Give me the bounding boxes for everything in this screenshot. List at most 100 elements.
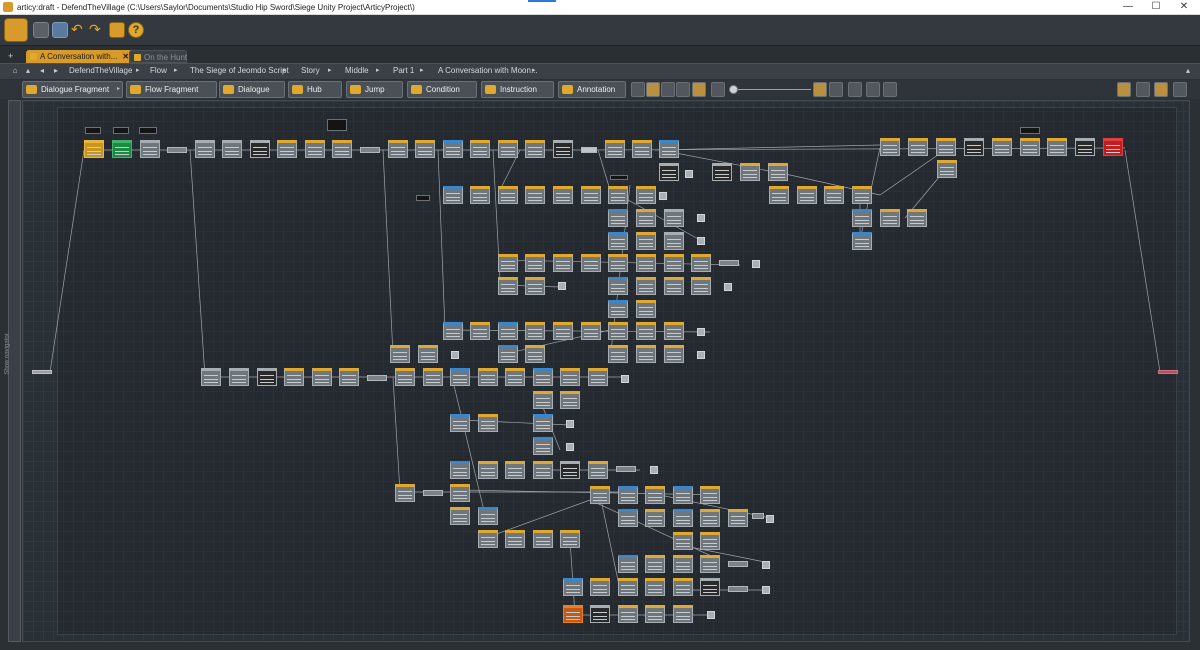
dialogue-tool[interactable]: Dialogue xyxy=(219,81,285,98)
dialogue-node[interactable] xyxy=(305,140,325,158)
hub-node[interactable] xyxy=(728,586,748,592)
dialogue-node[interactable] xyxy=(797,186,817,204)
jump-node[interactable] xyxy=(707,611,715,619)
dialogue-node[interactable] xyxy=(907,209,927,227)
dialogue-node[interactable] xyxy=(659,140,679,158)
instruction-tool[interactable]: Instruction xyxy=(481,81,554,98)
dialogue-node[interactable] xyxy=(618,509,638,527)
dialogue-node[interactable] xyxy=(664,345,684,363)
dialogue-node[interactable] xyxy=(700,486,720,504)
hub-node[interactable] xyxy=(616,466,636,472)
redo-icon[interactable]: ↷ xyxy=(89,22,105,38)
start-node[interactable] xyxy=(112,140,132,158)
breadcrumb-separator[interactable]: ▸ xyxy=(174,66,178,74)
dialogue-node[interactable] xyxy=(673,486,693,504)
dialogue-fragment-tool[interactable]: Dialogue Fragment ▸ xyxy=(22,81,123,98)
dialogue-node[interactable] xyxy=(525,186,545,204)
dialogue-node[interactable] xyxy=(525,254,545,272)
dialogue-node[interactable] xyxy=(636,345,656,363)
dialogue-node[interactable] xyxy=(257,368,277,386)
dialogue-node[interactable] xyxy=(478,368,498,386)
jump-node[interactable] xyxy=(697,237,705,245)
export-icon[interactable] xyxy=(883,82,897,97)
dialogue-node[interactable] xyxy=(691,277,711,295)
dialogue-node[interactable] xyxy=(740,163,760,181)
jump-node[interactable] xyxy=(762,586,770,594)
breadcrumb-item[interactable]: The Siege of Jeomdo Script xyxy=(190,66,289,75)
jump-node[interactable] xyxy=(650,466,658,474)
dialogue-node[interactable] xyxy=(880,138,900,156)
dialogue-node[interactable] xyxy=(664,277,684,295)
dialogue-node[interactable] xyxy=(505,461,525,479)
dialogue-node[interactable] xyxy=(768,163,788,181)
dialogue-node[interactable] xyxy=(673,532,693,550)
dialogue-node[interactable] xyxy=(415,140,435,158)
flow-node[interactable] xyxy=(140,140,160,158)
hub-node[interactable] xyxy=(752,513,764,519)
dialogue-node[interactable] xyxy=(525,345,545,363)
dialogue-node[interactable] xyxy=(1047,138,1067,156)
dialogue-node[interactable] xyxy=(229,368,249,386)
dialogue-node[interactable] xyxy=(498,186,518,204)
hub-node[interactable] xyxy=(719,260,739,266)
dialogue-node[interactable] xyxy=(525,140,545,158)
annotation-note[interactable] xyxy=(327,119,347,131)
hub-node[interactable] xyxy=(423,490,443,496)
view-list-icon[interactable] xyxy=(1173,82,1187,97)
dialogue-node[interactable] xyxy=(195,140,215,158)
dialogue-node[interactable] xyxy=(1020,138,1040,156)
dialogue-node[interactable] xyxy=(608,345,628,363)
dialogue-node[interactable] xyxy=(525,277,545,295)
dialogue-node[interactable] xyxy=(332,140,352,158)
dialogue-node[interactable] xyxy=(618,555,638,573)
dialogue-node[interactable] xyxy=(581,322,601,340)
tab-on-the-hunt[interactable]: On the Hunt xyxy=(129,50,187,63)
dialogue-node[interactable] xyxy=(560,391,580,409)
dialogue-node[interactable] xyxy=(533,530,553,548)
jump-node[interactable] xyxy=(697,351,705,359)
dialogue-node[interactable] xyxy=(505,530,525,548)
dialogue-node[interactable] xyxy=(636,209,656,227)
output-pin[interactable] xyxy=(1158,370,1178,374)
dialogue-node[interactable] xyxy=(712,163,732,181)
dialogue-node[interactable] xyxy=(498,322,518,340)
dialogue-node[interactable] xyxy=(769,186,789,204)
home-icon[interactable]: ⌂ xyxy=(10,66,20,76)
condition-tool[interactable]: Condition xyxy=(407,81,477,98)
jump-node[interactable] xyxy=(566,420,574,428)
dialogue-node[interactable] xyxy=(533,437,553,455)
dialogue-node[interactable] xyxy=(395,368,415,386)
dialogue-node[interactable] xyxy=(588,368,608,386)
dialogue-node[interactable] xyxy=(664,232,684,250)
dialogue-node[interactable] xyxy=(605,140,625,158)
flow-node[interactable] xyxy=(84,140,104,158)
jump-node[interactable] xyxy=(762,561,770,569)
dialogue-node[interactable] xyxy=(470,186,490,204)
tab-menu-icon[interactable]: + xyxy=(8,51,13,61)
breadcrumb-item[interactable]: DefendTheVillage xyxy=(69,66,132,75)
hub-node[interactable] xyxy=(167,147,187,153)
dialogue-node[interactable] xyxy=(852,232,872,250)
dialogue-node[interactable] xyxy=(645,605,665,623)
jump-node[interactable] xyxy=(697,214,705,222)
breadcrumb-separator[interactable]: ▸ xyxy=(420,66,424,74)
dialogue-node[interactable] xyxy=(664,209,684,227)
zoom-fit-icon[interactable] xyxy=(813,82,827,97)
breadcrumb-overflow-icon[interactable]: ▴ xyxy=(1183,66,1193,76)
back-icon[interactable]: ◂ xyxy=(37,66,47,76)
zoom-slider-handle[interactable] xyxy=(729,85,738,94)
dialogue-node[interactable] xyxy=(728,509,748,527)
dialogue-node[interactable] xyxy=(645,509,665,527)
dialogue-node[interactable] xyxy=(470,322,490,340)
close-button[interactable]: ✕ xyxy=(1164,0,1200,14)
dialogue-node[interactable] xyxy=(443,140,463,158)
jump-node[interactable] xyxy=(566,443,574,451)
breadcrumb-separator[interactable]: ▸ xyxy=(136,66,140,74)
dialogue-node[interactable] xyxy=(588,461,608,479)
dialogue-node[interactable] xyxy=(478,530,498,548)
forward-icon[interactable]: ▸ xyxy=(51,66,61,76)
dialogue-node[interactable] xyxy=(964,138,984,156)
dialogue-node[interactable] xyxy=(673,605,693,623)
dialogue-node[interactable] xyxy=(525,322,545,340)
jump-node[interactable] xyxy=(621,375,629,383)
